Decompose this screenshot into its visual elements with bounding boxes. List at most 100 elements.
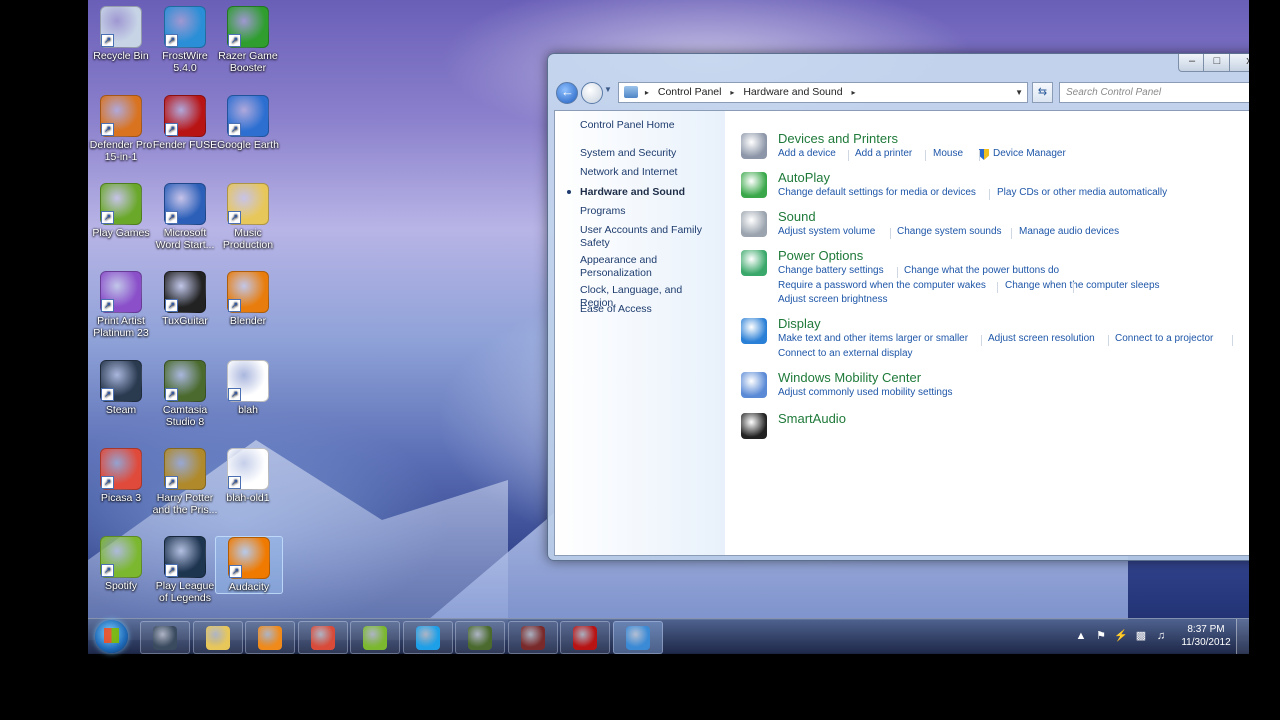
desktop-icon[interactable]: ↗ Harry Potter and the Pris... [152, 448, 218, 516]
desktop-icon[interactable]: ↗ Print Artist Platinum 23 [88, 271, 154, 339]
desktop-icon[interactable]: ↗ blah [215, 360, 281, 416]
category-link[interactable]: Manage audio devices [1019, 226, 1119, 237]
category-link[interactable]: Add a device [778, 148, 836, 159]
shortcut-arrow-icon: ↗ [165, 211, 178, 224]
category-link[interactable]: Change system sounds [897, 226, 1002, 237]
category-link[interactable]: Make text and other items larger or smal… [778, 333, 968, 344]
start-button[interactable] [95, 620, 128, 653]
address-bar[interactable]: ▸ Control Panel ▸ Hardware and Sound ▸ ▼ [618, 82, 1028, 103]
clock-date: 11/30/2012 [1181, 637, 1231, 648]
category-link[interactable]: Device Manager [993, 148, 1066, 159]
breadcrumb-hardware-and-sound[interactable]: Hardware and Sound [743, 86, 842, 98]
sidebar-item-appearance-and-personalization[interactable]: Appearance and Personalization [580, 254, 715, 280]
taskbar-button-steam[interactable] [140, 621, 190, 654]
breadcrumb-sep-icon: ▸ [851, 88, 856, 97]
category-title[interactable]: Display [778, 316, 821, 331]
desktop-icon[interactable]: ↗ Microsoft Word Start... [152, 183, 218, 251]
category-link[interactable]: Adjust screen resolution [988, 333, 1095, 344]
refresh-button[interactable]: ⇆ [1032, 82, 1053, 103]
category-link[interactable]: Adjust system volume [778, 226, 875, 237]
category-link[interactable]: Change when the computer sleeps [1005, 280, 1160, 291]
shortcut-arrow-icon: ↗ [228, 388, 241, 401]
desktop-icon[interactable]: ↗ Music Production [215, 183, 281, 251]
category-link[interactable]: Connect to a projector [1115, 333, 1213, 344]
sidebar-item-user-accounts-and-family-safety[interactable]: User Accounts and Family Safety [580, 224, 715, 250]
category-link[interactable]: Adjust commonly used mobility settings [778, 387, 953, 398]
search-box[interactable]: Search Control Panel ⚲ [1059, 82, 1249, 103]
sidebar-item-network-and-internet[interactable]: Network and Internet [580, 166, 715, 179]
sidebar-item-ease-of-access[interactable]: Ease of Access [580, 303, 715, 316]
folder-icon: ↗ [227, 183, 269, 225]
category-link[interactable]: Change default settings for media or dev… [778, 187, 976, 198]
category-link[interactable]: Connect to an external display [778, 348, 913, 359]
desktop-icon[interactable]: ↗ TuxGuitar [152, 271, 218, 327]
desktop-icon[interactable]: ↗ Blender [215, 271, 281, 327]
desktop-icon[interactable]: ↗ blah-old1 [215, 448, 281, 504]
desktop-icon[interactable]: ↗ Play League of Legends [152, 536, 218, 604]
category-link[interactable]: Adjust screen brightness [778, 294, 888, 305]
desktop-icon[interactable]: ↗ Razer Game Booster [215, 6, 281, 74]
display-icon[interactable] [741, 318, 767, 344]
category-link[interactable]: Change what the power buttons do [904, 265, 1059, 276]
shortcut-arrow-icon: ↗ [165, 476, 178, 489]
desktop: ↗ Recycle Bin ↗ FrostWire 5.4.0 ↗ Razer Game … [88, 0, 1249, 653]
taskbar-button-recorder[interactable] [507, 621, 558, 654]
taskbar-button-spotify[interactable] [350, 621, 400, 654]
desktop-icon[interactable]: ↗ Picasa 3 [88, 448, 154, 504]
category-title[interactable]: AutoPlay [778, 170, 830, 185]
close-button[interactable]: x [1229, 54, 1249, 72]
desktop-icon[interactable]: ↗ Camtasia Studio 8 [152, 360, 218, 428]
taskbar-button-fender[interactable] [560, 621, 610, 654]
show-desktop-button[interactable] [1236, 619, 1249, 654]
category-title[interactable]: Power Options [778, 248, 863, 263]
system-clock[interactable]: 8:37 PM 11/30/2012 [1176, 623, 1236, 649]
autoplay-icon[interactable] [741, 172, 767, 198]
desktop-icon[interactable]: ↗ Play Games [88, 183, 154, 239]
speaker-icon[interactable] [741, 211, 767, 237]
volume-icon[interactable]: ♫ [1154, 629, 1168, 643]
desktop-icon[interactable]: ↗ Defender Pro 15-in-1 [88, 95, 154, 163]
address-dropdown-icon[interactable]: ▼ [1015, 83, 1023, 102]
mobility-center-icon[interactable] [741, 372, 767, 398]
action-center-flag-icon[interactable]: ⚑ [1094, 629, 1108, 643]
devices-printers-icon[interactable] [741, 133, 767, 159]
category-link[interactable]: Mouse [933, 148, 963, 159]
desktop-icon[interactable]: ↗ Steam [88, 360, 154, 416]
sidebar-item-control-panel-home[interactable]: Control Panel Home [580, 119, 715, 132]
taskbar-button-chrome[interactable] [297, 621, 348, 654]
network-signal-icon[interactable]: ▩ [1134, 629, 1148, 643]
category-title[interactable]: Windows Mobility Center [778, 370, 921, 385]
desktop-icon[interactable]: ↗ Recycle Bin [88, 6, 154, 62]
sidebar-item-programs[interactable]: Programs [580, 205, 715, 218]
category-title[interactable]: SmartAudio [778, 411, 846, 426]
maximize-button[interactable]: □ [1203, 54, 1231, 72]
smartaudio-icon[interactable] [741, 413, 767, 439]
category-title[interactable]: Sound [778, 209, 816, 224]
taskbar-button-skype[interactable] [402, 621, 453, 654]
power-options-icon[interactable] [741, 250, 767, 276]
category-link[interactable]: Change battery settings [778, 265, 884, 276]
taskbar-button-media[interactable] [245, 621, 295, 654]
desktop-icon[interactable]: ↗ Audacity [215, 536, 283, 594]
taskbar-button-explorer[interactable] [192, 621, 243, 654]
taskbar-button-camtasia[interactable] [455, 621, 505, 654]
desktop-icon[interactable]: ↗ Google Earth [215, 95, 281, 151]
desktop-icon[interactable]: ↗ Spotify [88, 536, 154, 592]
desktop-icon[interactable]: ↗ Fender FUSE [152, 95, 218, 151]
sidebar-item-system-and-security[interactable]: System and Security [580, 147, 715, 160]
category-title[interactable]: Devices and Printers [778, 131, 898, 146]
power-icon[interactable]: ⚡ [1114, 629, 1128, 643]
google-earth-icon: ↗ [227, 95, 269, 137]
category-link[interactable]: Add a printer [855, 148, 912, 159]
taskbar-button-control-panel[interactable] [612, 621, 663, 654]
search-input[interactable]: Search Control Panel [1066, 87, 1161, 98]
category-link[interactable]: Play CDs or other media automatically [997, 187, 1167, 198]
breadcrumb-control-panel[interactable]: Control Panel [658, 86, 722, 98]
minimize-button[interactable]: – [1178, 54, 1206, 72]
desktop-icon[interactable]: ↗ FrostWire 5.4.0 [152, 6, 218, 74]
back-button[interactable]: ← [556, 82, 578, 104]
forward-button[interactable] [581, 82, 603, 104]
show-hidden-icons-icon[interactable]: ▲ [1074, 629, 1088, 643]
category-link[interactable]: Require a password when the computer wak… [778, 280, 986, 291]
recent-pages-dropdown-icon[interactable]: ▼ [604, 85, 612, 94]
